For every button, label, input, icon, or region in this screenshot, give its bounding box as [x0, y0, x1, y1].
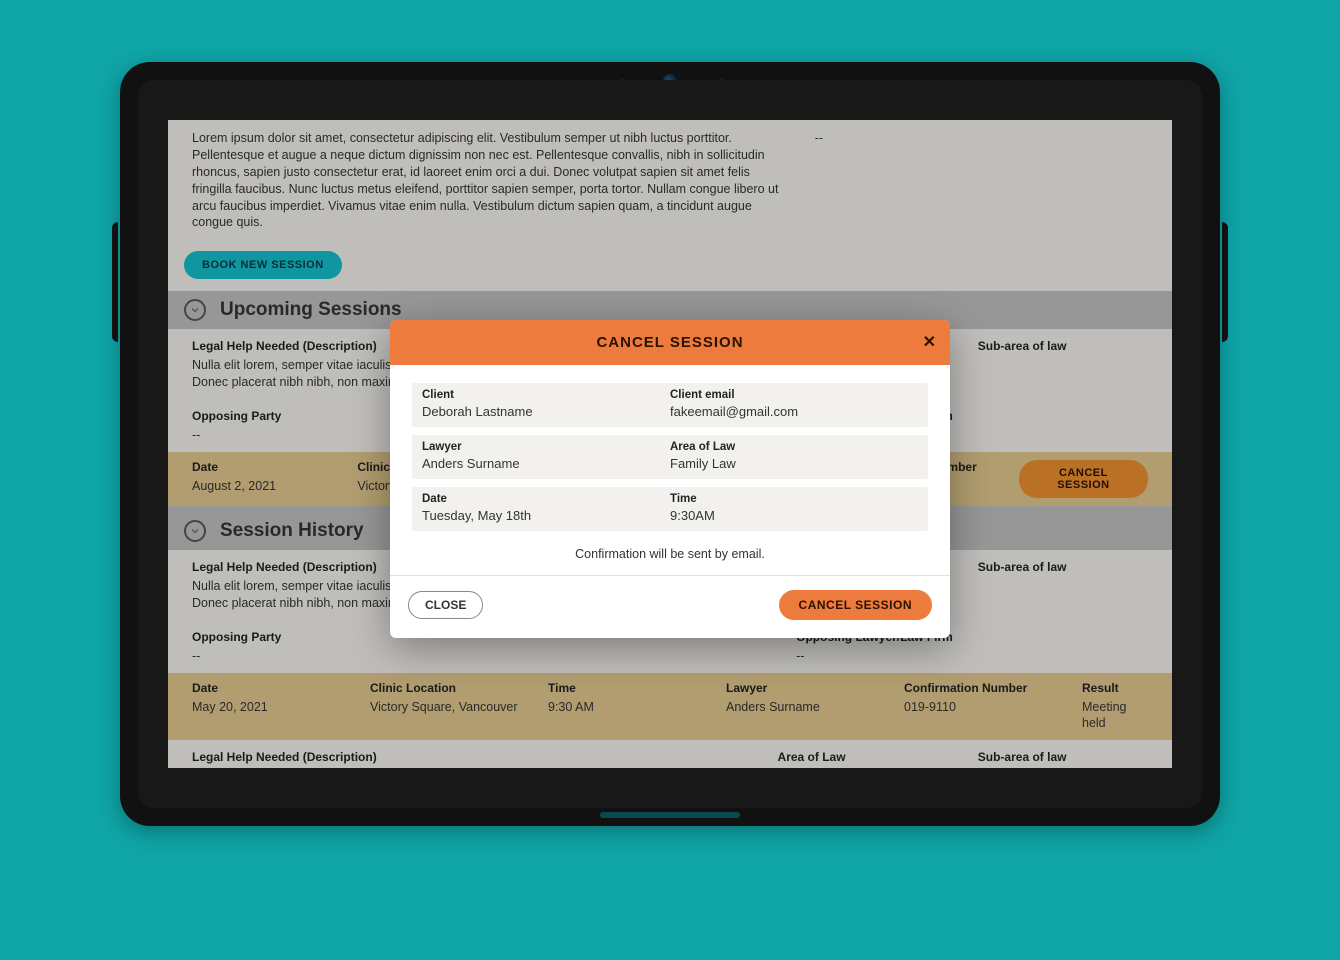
label-result: Result — [1082, 681, 1148, 695]
history-second-block: Legal Help Needed (Description) Nulla el… — [168, 740, 1172, 768]
modal-header: CANCEL SESSION ✕ — [390, 320, 950, 365]
modal-title: CANCEL SESSION — [406, 334, 934, 351]
label-sub-area: Sub-area of law — [978, 750, 1148, 764]
value-date: August 2, 2021 — [192, 478, 357, 495]
label-confirmation-number: Confirmation Number — [904, 681, 1082, 695]
value-date: May 20, 2021 — [192, 699, 370, 716]
value-lawyer: Anders Surname — [422, 456, 670, 471]
value-opposing-lawyer: -- — [796, 648, 1148, 665]
value-result: Meeting held — [1082, 699, 1148, 733]
close-button[interactable]: CLOSE — [408, 591, 483, 619]
label-client-email: Client email — [670, 389, 918, 401]
label-clinic-location: Clinic Location — [370, 681, 548, 695]
label-time: Time — [548, 681, 726, 695]
value-area-of-law: Family Law — [670, 456, 918, 471]
tablet-frame: Lorem ipsum dolor sit amet, consectetur … — [120, 62, 1220, 826]
cancel-session-modal: CANCEL SESSION ✕ Client Deborah Lastname… — [390, 320, 950, 638]
intro-block: Lorem ipsum dolor sit amet, consectetur … — [168, 120, 1172, 245]
label-sub-area: Sub-area of law — [978, 560, 1148, 574]
confirm-cancel-session-button[interactable]: CANCEL SESSION — [779, 590, 932, 620]
value-client: Deborah Lastname — [422, 404, 670, 419]
label-legal-help: Legal Help Needed (Description) — [192, 750, 748, 764]
label-date: Date — [192, 681, 370, 695]
label-sub-area: Sub-area of law — [978, 339, 1148, 353]
intro-text: Lorem ipsum dolor sit amet, consectetur … — [192, 130, 785, 231]
close-icon[interactable]: ✕ — [923, 332, 936, 352]
value-client-email: fakeemail@gmail.com — [670, 404, 918, 419]
cancel-session-button[interactable]: CANCEL SESSION — [1019, 460, 1148, 498]
intro-right-value: -- — [815, 130, 823, 231]
value-time: 9:30AM — [670, 508, 918, 523]
book-new-session-button[interactable]: BOOK NEW SESSION — [184, 251, 342, 279]
value-date: Tuesday, May 18th — [422, 508, 670, 523]
value-time: 9:30 AM — [548, 699, 726, 716]
app-screen: Lorem ipsum dolor sit amet, consectetur … — [168, 120, 1172, 768]
label-client: Client — [422, 389, 670, 401]
value-lawyer: Anders Surname — [726, 699, 904, 716]
home-indicator — [600, 812, 740, 818]
modal-footer: CLOSE CANCEL SESSION — [390, 575, 950, 638]
history-session-row: Date May 20, 2021 Clinic Location Victor… — [168, 673, 1172, 741]
chevron-down-icon — [184, 299, 206, 321]
label-lawyer: Lawyer — [422, 441, 670, 453]
session-history-title: Session History — [220, 520, 364, 542]
label-lawyer: Lawyer — [726, 681, 904, 695]
label-date: Date — [422, 493, 670, 505]
chevron-down-icon — [184, 520, 206, 542]
modal-body: Client Deborah Lastname Client email fak… — [390, 365, 950, 575]
value-confirmation-number: 019-9110 — [904, 699, 1082, 716]
tablet-bezel: Lorem ipsum dolor sit amet, consectetur … — [138, 80, 1202, 808]
confirmation-note: Confirmation will be sent by email. — [412, 539, 928, 565]
label-area-of-law: Area of Law — [778, 750, 948, 764]
label-date: Date — [192, 460, 357, 474]
value-opposing-party: -- — [192, 648, 766, 665]
value-clinic-location: Victory Square, Vancouver — [370, 699, 548, 716]
label-area-of-law: Area of Law — [670, 441, 918, 453]
label-time: Time — [670, 493, 918, 505]
upcoming-sessions-title: Upcoming Sessions — [220, 299, 402, 321]
